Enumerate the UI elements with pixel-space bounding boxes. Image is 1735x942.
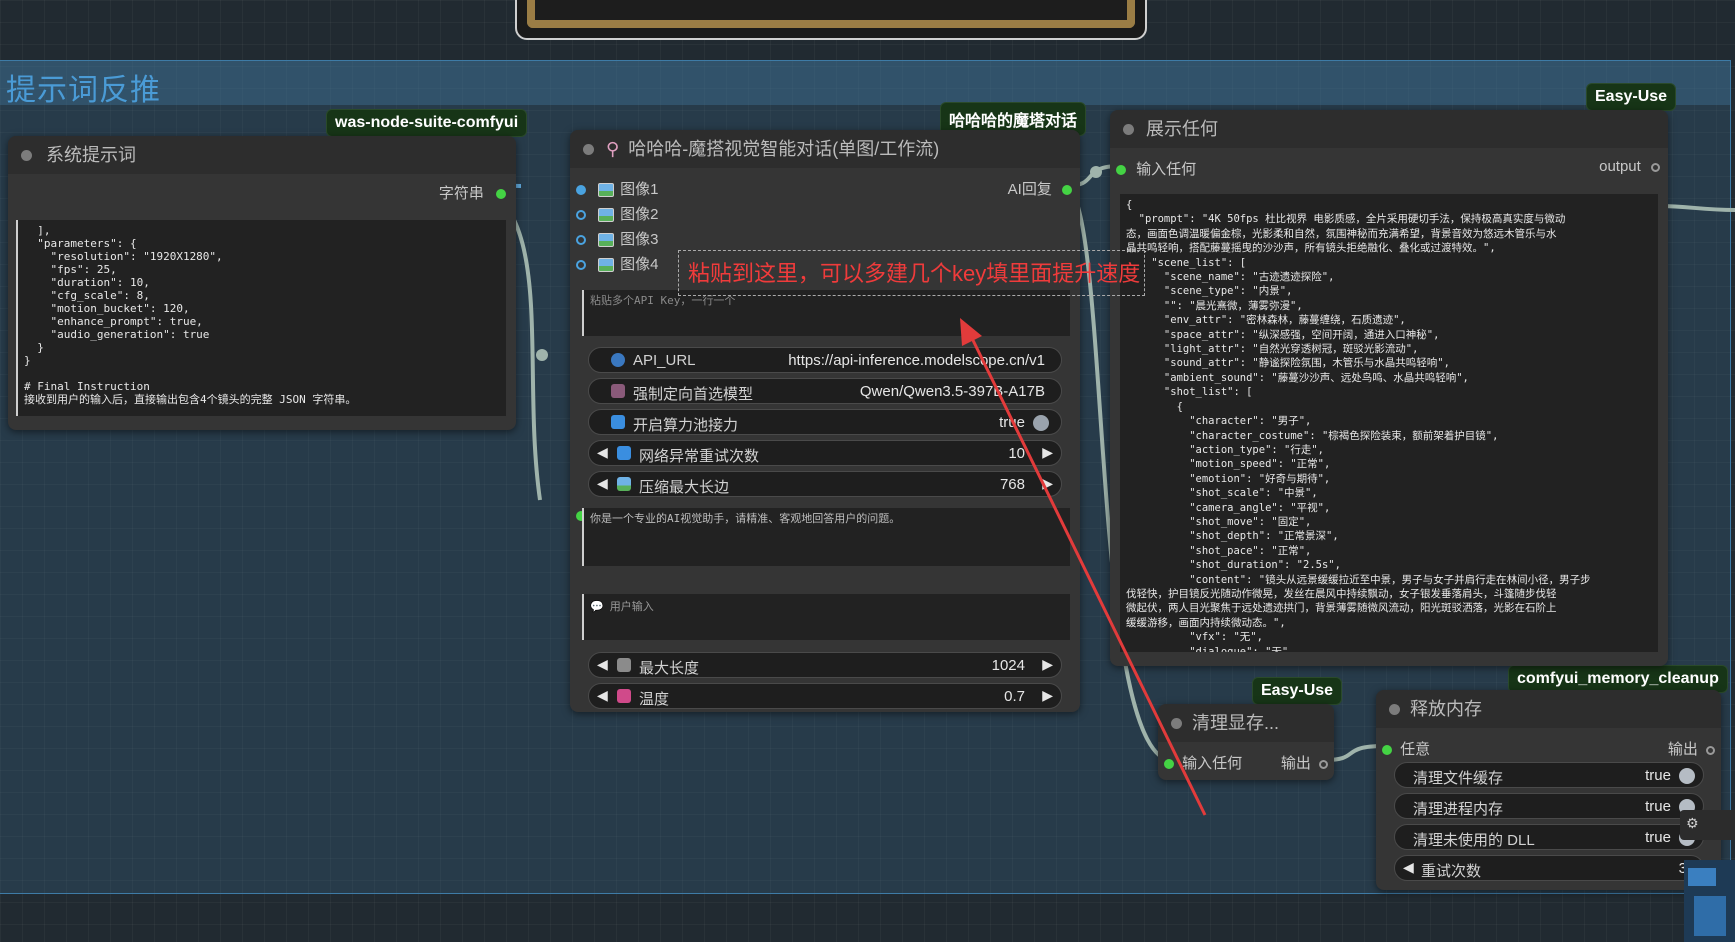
arrow-line — [966, 329, 1207, 816]
arrow-head-icon — [960, 318, 982, 346]
annotation-arrow — [960, 318, 1207, 816]
